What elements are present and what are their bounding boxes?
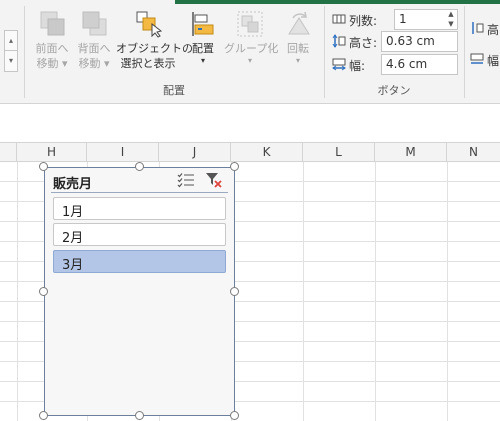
slicer-item[interactable]: 1月	[53, 197, 226, 220]
resize-handle-bottom[interactable]	[135, 411, 144, 420]
slicer-item[interactable]: 2月	[53, 223, 226, 246]
edge-height-label: 高	[487, 23, 500, 37]
slicer-title: 販売月	[53, 177, 93, 192]
bring-forward-label: 前面へ	[35, 42, 69, 55]
resize-handle-top-left[interactable]	[39, 162, 48, 171]
edge-height-row[interactable]: 高	[470, 18, 500, 40]
ribbon-scroll-down-button[interactable]: ▾	[4, 50, 18, 72]
group-dropdown-arrow: ▾	[247, 56, 252, 65]
grid-line	[447, 162, 448, 421]
ribbon-scroll-up-button[interactable]: ▴	[4, 30, 18, 52]
slicer[interactable]: 販売月 1月 2月 3月	[44, 167, 235, 416]
send-backward-label-2: 移動 ▾	[78, 57, 110, 70]
buttons-group-label: ボタン	[377, 84, 411, 97]
send-backward-button[interactable]: 背面へ 移動 ▾	[74, 10, 114, 71]
column-header-k[interactable]: K	[231, 143, 303, 162]
formula-bar-area	[0, 104, 500, 142]
resize-handle-top-right[interactable]	[230, 162, 239, 171]
clear-filter-icon[interactable]	[205, 172, 223, 188]
selection-pane-button[interactable]: オブジェクトの 選択と表示	[116, 10, 193, 71]
align-icon	[188, 10, 218, 38]
height-icon	[470, 21, 484, 35]
align-label: 配置	[192, 42, 214, 55]
bring-forward-button[interactable]: 前面へ 移動 ▾	[32, 10, 72, 71]
resize-handle-bottom-right[interactable]	[230, 411, 239, 420]
grid-line	[303, 162, 304, 421]
resize-handle-left[interactable]	[39, 287, 48, 296]
rotate-label: 回転	[287, 42, 309, 55]
column-header-n[interactable]: N	[447, 143, 500, 162]
columns-icon	[332, 12, 346, 26]
column-header-i[interactable]: I	[87, 143, 159, 162]
columns-label: 列数:	[349, 14, 378, 28]
edge-width-row[interactable]: 幅	[470, 49, 500, 71]
width-input[interactable]: 4.6 cm	[381, 54, 458, 75]
columns-field-row: 列数: 1 ▲ ▼	[332, 9, 460, 31]
column-headers: H I J K L M N	[0, 142, 500, 162]
column-header-l[interactable]: L	[303, 143, 375, 162]
bring-forward-label-2: 移動 ▾	[36, 57, 68, 70]
column-header-m[interactable]: M	[375, 143, 447, 162]
send-backward-icon	[79, 10, 109, 38]
columns-spinner[interactable]: ▲ ▼	[445, 9, 457, 30]
selection-pane-icon	[133, 10, 163, 38]
title-bar-accent	[175, 0, 500, 4]
resize-handle-bottom-left[interactable]	[39, 411, 48, 420]
slicer-header-divider	[51, 192, 228, 193]
rotate-button[interactable]: 回転 ▾	[280, 10, 316, 66]
send-backward-label: 背面へ	[77, 42, 111, 55]
resize-handle-right[interactable]	[230, 287, 239, 296]
selection-pane-label-2: 選択と表示	[120, 57, 176, 70]
slicer-item-selected[interactable]: 3月	[53, 250, 226, 273]
width-field-row: 幅: 4.6 cm	[332, 54, 460, 76]
height-icon	[332, 34, 346, 48]
height-label: 高さ:	[349, 36, 378, 50]
column-header-h[interactable]: H	[17, 143, 87, 162]
height-input[interactable]: 0.63 cm	[381, 31, 458, 52]
selection-pane-label: オブジェクトの	[116, 42, 193, 55]
width-icon	[470, 52, 484, 66]
height-field-row: 高さ: 0.63 cm	[332, 31, 460, 53]
multi-select-icon[interactable]	[177, 172, 195, 188]
edge-width-label: 幅	[487, 54, 500, 68]
column-header-j[interactable]: J	[159, 143, 231, 162]
width-icon	[332, 57, 346, 71]
bring-forward-icon	[37, 10, 67, 38]
rotate-dropdown-arrow: ▾	[295, 56, 300, 65]
grid-line	[17, 162, 18, 421]
group-label: グループ化	[224, 42, 279, 55]
rotate-icon	[283, 10, 313, 38]
arrange-group-label: 配置	[163, 84, 185, 97]
align-dropdown-arrow: ▾	[200, 56, 205, 65]
select-all-corner[interactable]	[0, 143, 17, 162]
ribbon: ▴ ▾ 前面へ 移動 ▾ 背面へ 移動 ▾ オブジェクトの 選択と表示 配置 ▾…	[0, 0, 500, 104]
group-button[interactable]: グループ化 ▾	[224, 10, 279, 66]
grid-line	[375, 162, 376, 421]
group-icon	[235, 10, 265, 38]
align-button[interactable]: 配置 ▾	[186, 10, 220, 66]
width-label: 幅:	[349, 59, 366, 73]
resize-handle-top[interactable]	[135, 162, 144, 171]
ribbon-separator	[464, 6, 465, 98]
